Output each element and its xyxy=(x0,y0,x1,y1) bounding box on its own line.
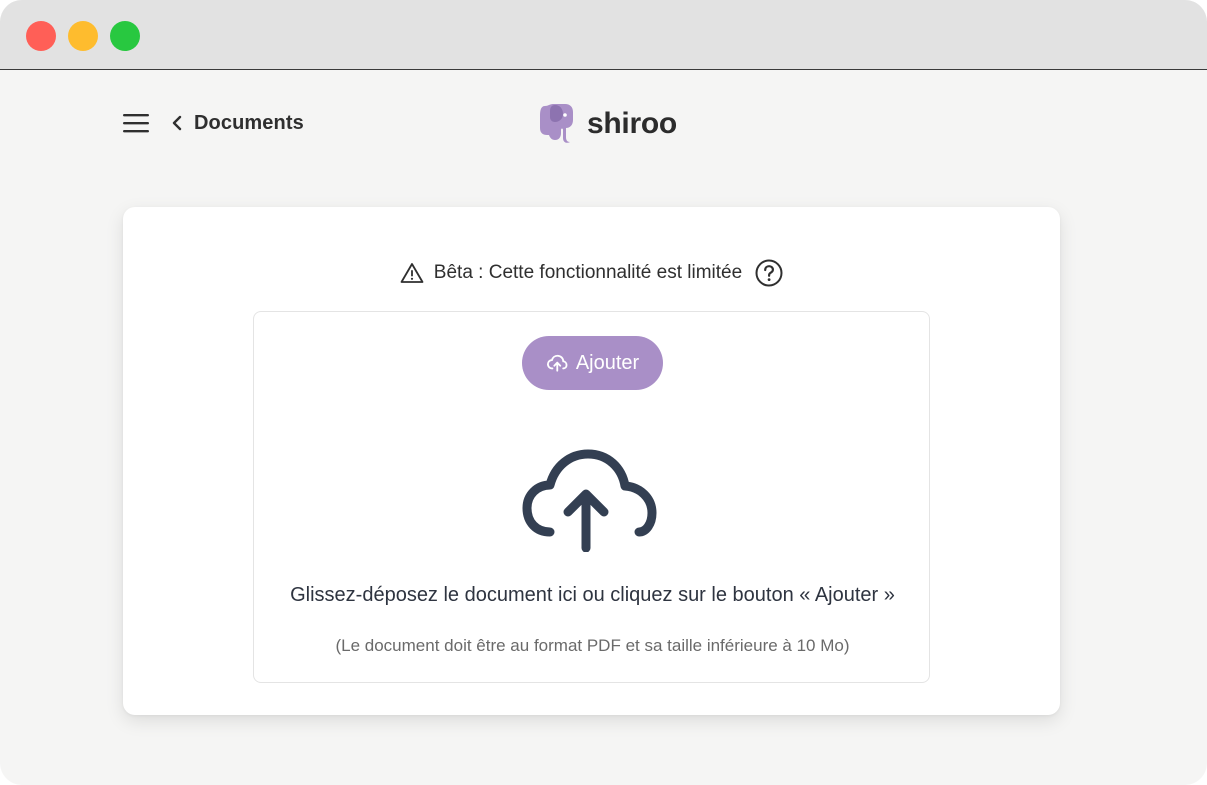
brand-name: shiroo xyxy=(587,107,677,140)
add-document-button[interactable]: Ajouter xyxy=(522,336,663,390)
add-button-label: Ajouter xyxy=(575,351,640,374)
brand-logo: shiroo xyxy=(539,102,677,146)
elephant-logo-icon xyxy=(540,104,573,143)
back-to-documents-link[interactable]: Documents xyxy=(170,109,304,137)
file-dropzone[interactable]: Ajouter Glissez-déposez le document ici … xyxy=(253,311,930,683)
hamburger-menu-icon[interactable] xyxy=(122,111,150,135)
beta-notice: Bêta : Cette fonctionnalité est limitée xyxy=(123,259,1060,287)
window-close-button[interactable] xyxy=(26,21,56,51)
window-maximize-button[interactable] xyxy=(110,21,140,51)
upload-card: Bêta : Cette fonctionnalité est limitée … xyxy=(123,207,1060,715)
beta-notice-text: Bêta : Cette fonctionnalité est limitée xyxy=(433,262,743,283)
cloud-upload-icon xyxy=(546,354,568,372)
window-titlebar xyxy=(0,0,1207,70)
warning-triangle-icon xyxy=(400,263,424,283)
window-minimize-button[interactable] xyxy=(68,21,98,51)
back-link-label: Documents xyxy=(194,111,304,134)
app-window: Documents shiroo Bêta : Cette fonctionna… xyxy=(0,0,1207,785)
dropzone-constraint: (Le document doit être au format PDF et … xyxy=(335,636,850,655)
dropzone-instruction: Glissez-déposez le document ici ou cliqu… xyxy=(290,584,895,606)
chevron-left-icon xyxy=(172,115,182,131)
cloud-upload-icon xyxy=(522,449,657,552)
question-circle-icon[interactable] xyxy=(755,259,783,287)
